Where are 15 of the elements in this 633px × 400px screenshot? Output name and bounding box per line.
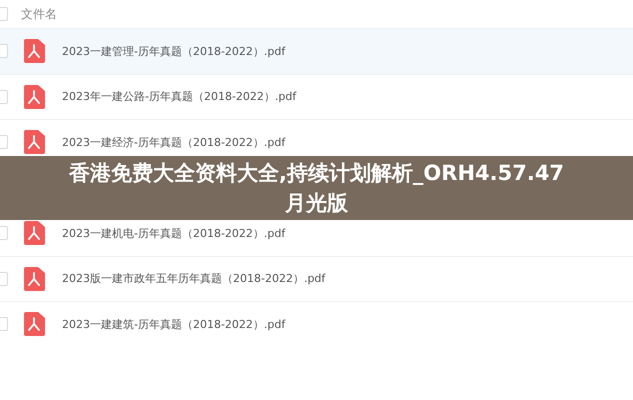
banner-title: 香港免费大全资料大全,持续计划解析_ORH4.57.47月光版 [68,160,566,217]
pdf-file-icon [23,84,45,109]
file-name: 2023版一建市政年五年历年真题（2018-2022）.pdf [62,271,326,286]
file-name: 2023一建管理-历年真题（2018-2022）.pdf [62,44,286,59]
file-name: 2023一建机电-历年真题（2018-2022）.pdf [62,226,286,241]
file-name: 2023一建建筑-历年真题（2018-2022）.pdf [62,316,286,332]
file-name: 2023年一建公路-历年真题（2018-2022）.pdf [62,89,296,104]
pdf-file-icon [23,312,45,336]
file-row[interactable]: 2023一建管理-历年真题（2018-2022）.pdf [0,28,633,74]
file-name: 2023一建经济-历年真题（2018-2022）.pdf [62,134,286,150]
pdf-file-icon [23,266,45,291]
pdf-file-icon [23,221,45,246]
pdf-file-icon [23,39,45,64]
column-header[interactable]: 文件名 [21,6,57,22]
pdf-file-icon [23,130,45,154]
